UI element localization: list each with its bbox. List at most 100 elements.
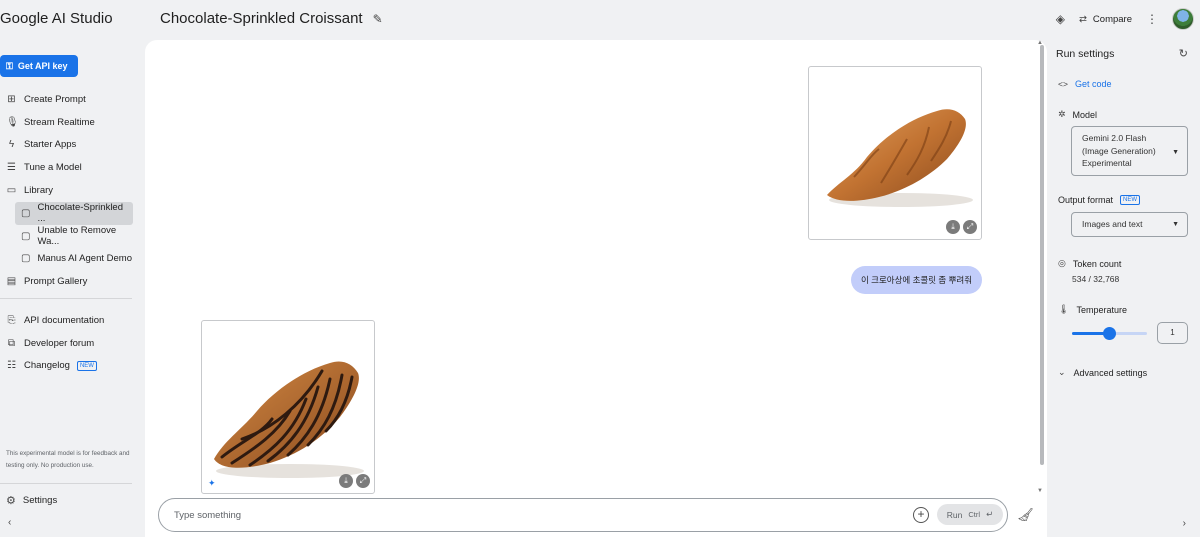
run-settings-title: Run settings (1056, 48, 1115, 60)
clear-chat-icon[interactable]: 🧹︎ (1017, 507, 1034, 523)
token-count-label-row: ◎ Token count (1058, 258, 1121, 269)
document-icon: ⎘ (7, 314, 16, 326)
prompt-input-placeholder: Type something (174, 509, 242, 521)
sidebar-divider (0, 298, 132, 299)
bolt-icon: ϟ (8, 139, 15, 151)
sidebar-item-library[interactable]: ▭ Library (0, 179, 140, 202)
model-value: Gemini 2.0 Flash (Image Generation) Expe… (1082, 133, 1156, 168)
sidebar-item-prompt-gallery[interactable]: ▤ Prompt Gallery (0, 270, 140, 293)
theme-icon[interactable]: ◈ (1056, 12, 1065, 26)
library-item-label: Chocolate-Sprinkled ... (37, 202, 123, 225)
model-select[interactable]: Gemini 2.0 Flash (Image Generation) Expe… (1071, 126, 1188, 176)
user-message: 이 크로아상에 초콜릿 좀 뿌려줘 (851, 266, 982, 294)
get-code-label: Get code (1074, 79, 1112, 89)
document-title-row: Chocolate-Sprinkled Croissant ✎ (160, 10, 383, 27)
edit-title-icon[interactable]: ✎ (373, 12, 383, 26)
run-settings-panel: Run settings ↻ <> Get code ✲ Model Gemin… (1050, 40, 1200, 537)
dropdown-caret-icon: ▼ (1172, 149, 1179, 156)
get-code-button[interactable]: <> Get code (1058, 79, 1111, 89)
prompt-input[interactable]: Type something + Run Ctrl ↵ (158, 498, 1008, 532)
more-menu-icon[interactable]: ⋮ (1146, 12, 1158, 26)
output-format-label-row: Output format NEW (1058, 195, 1141, 205)
add-media-button[interactable]: + (913, 507, 929, 523)
chevron-down-icon: ⌄ (1058, 367, 1066, 377)
run-button[interactable]: Run Ctrl ↵ (937, 504, 1003, 525)
output-format-select[interactable]: Images and text ▼ (1071, 212, 1188, 237)
model-label-row: ✲ Model (1058, 109, 1097, 120)
sidebar-item-label: Tune a Model (24, 162, 82, 174)
image-actions: ⤓ ⤢ (946, 220, 977, 234)
enter-icon: ↵ (986, 509, 994, 519)
sidebar-item-label: Stream Realtime (24, 116, 95, 128)
scrollbar[interactable] (1040, 45, 1044, 465)
key-icon: ⚿ (6, 60, 13, 71)
get-api-key-button[interactable]: ⚿ Get API key (0, 55, 78, 77)
run-shortcut: Ctrl (968, 510, 981, 519)
sidebar-item-starter-apps[interactable]: ϟ Starter Apps (0, 134, 140, 157)
folder-icon: ▭ (6, 185, 17, 197)
temperature-label-row: 🌡︎ Temperature (1058, 304, 1127, 315)
collapse-panel-icon[interactable]: › (1183, 518, 1186, 529)
scroll-down-icon[interactable]: ▼ (1037, 488, 1043, 494)
reset-icon[interactable]: ↻ (1179, 47, 1188, 60)
new-badge: NEW (76, 360, 97, 371)
advanced-settings-toggle[interactable]: ⌄ Advanced settings (1058, 367, 1147, 378)
token-count-label: Token count (1072, 258, 1122, 269)
temperature-input[interactable]: 1 (1157, 322, 1188, 344)
sidebar-nav: ⊞ Create Prompt 🎙︎ Stream Realtime ϟ Sta… (0, 88, 140, 293)
collapse-sidebar-icon[interactable]: ‹ (8, 517, 11, 528)
temperature-label: Temperature (1076, 304, 1127, 315)
document-title: Chocolate-Sprinkled Croissant (160, 10, 363, 27)
library-item-label: Unable to Remove Wa... (37, 225, 117, 248)
plain-croissant-image (827, 109, 973, 207)
model-label: Model (1072, 109, 1098, 120)
token-count-value: 534 / 32,768 (1072, 274, 1120, 284)
user-image[interactable]: ⤓ ⤢ (808, 66, 982, 240)
library-item-label: Manus AI Agent Demo (37, 253, 132, 265)
sidebar-item-create-prompt[interactable]: ⊞ Create Prompt (0, 88, 140, 111)
sparkle-icon: ✦ (208, 478, 216, 488)
sidebar-item-changelog[interactable]: ☷ Changelog NEW (0, 355, 140, 378)
sidebar: ⚿ Get API key ⊞ Create Prompt 🎙︎ Stream … (0, 40, 145, 537)
chat-icon: ▢ (21, 253, 31, 265)
microphone-icon: 🎙︎ (6, 116, 19, 128)
chat-canvas: ▲ ▼ ⤓ ⤢ 이 크로아상에 초콜릿 좀 뿌려줘 ✦ ⤓ ⤢ Type som… (145, 40, 1047, 537)
temperature-slider-thumb[interactable] (1103, 327, 1116, 340)
sidebar-divider (0, 483, 132, 484)
changelog-icon: ☷ (7, 360, 16, 372)
download-icon[interactable]: ⤓ (339, 474, 353, 488)
avatar[interactable] (1172, 8, 1194, 30)
library-item-manus-demo[interactable]: ▢ Manus AI Agent Demo (0, 248, 140, 271)
sidebar-item-label: Developer forum (24, 337, 95, 349)
book-icon: ▤ (6, 276, 17, 288)
advanced-settings-label: Advanced settings (1073, 367, 1148, 378)
sidebar-item-label: Create Prompt (24, 93, 86, 105)
expand-icon[interactable]: ⤢ (356, 474, 370, 488)
create-prompt-icon: ⊞ (7, 93, 16, 105)
get-api-key-label: Get API key (17, 61, 68, 71)
forum-icon: ⧉ (7, 337, 16, 349)
download-icon[interactable]: ⤓ (946, 220, 960, 234)
gear-icon: ⚙ (6, 495, 16, 507)
temperature-slider[interactable] (1072, 327, 1147, 340)
run-label: Run (946, 509, 963, 520)
code-icon: <> (1058, 79, 1068, 89)
token-count-icon: ◎ (1058, 258, 1066, 268)
sidebar-item-label: Library (24, 185, 54, 197)
library-item-unable-remove[interactable]: ▢ Unable to Remove Wa... (0, 225, 140, 248)
library-item-chocolate-croissant[interactable]: ▢ Chocolate-Sprinkled ... (15, 201, 133, 225)
tune-icon: ☰ (7, 162, 16, 174)
sidebar-item-api-docs[interactable]: ⎘ API documentation (0, 309, 140, 332)
sidebar-item-developer-forum[interactable]: ⧉ Developer forum (0, 332, 140, 355)
disclaimer-text: This experimental model is for feedback … (6, 450, 130, 469)
generated-image[interactable]: ✦ ⤓ ⤢ (201, 320, 375, 494)
new-badge: NEW (1120, 195, 1141, 205)
sidebar-item-stream-realtime[interactable]: 🎙︎ Stream Realtime (0, 111, 140, 134)
model-icon: ✲ (1058, 109, 1066, 119)
sidebar-item-tune-model[interactable]: ☰ Tune a Model (0, 156, 140, 179)
expand-icon[interactable]: ⤢ (963, 220, 977, 234)
sidebar-item-settings[interactable]: ⚙ Settings (6, 494, 57, 507)
compare-button[interactable]: ⇄ Compare (1079, 14, 1132, 25)
chat-icon: ▢ (21, 230, 31, 242)
sidebar-item-label: API documentation (24, 314, 105, 326)
